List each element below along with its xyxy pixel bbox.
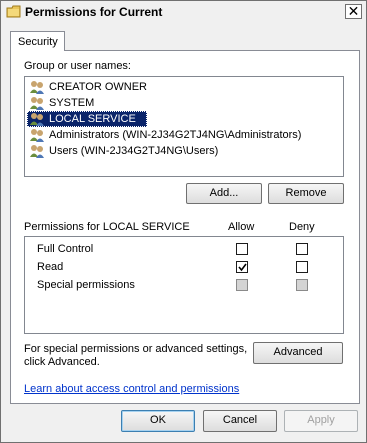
advanced-hint-line1: For special permissions or advanced sett… xyxy=(24,343,248,355)
list-item-label: CREATOR OWNER xyxy=(49,81,147,93)
full-control-allow-checkbox[interactable] xyxy=(236,243,248,255)
user-group-icon xyxy=(29,95,45,111)
read-deny-checkbox[interactable] xyxy=(296,261,308,273)
list-item-selected[interactable]: LOCAL SERVICE xyxy=(27,111,147,127)
user-group-icon xyxy=(29,79,45,95)
list-item-label: Administrators (WIN-2J34G2TJ4NG\Administ… xyxy=(49,129,302,141)
window-title: Permissions for Current xyxy=(25,5,163,19)
checkmark-icon xyxy=(238,263,247,272)
add-button[interactable]: Add... xyxy=(186,183,262,204)
user-group-icon xyxy=(29,111,45,127)
permission-label: Read xyxy=(37,261,64,273)
help-link[interactable]: Learn about access control and permissio… xyxy=(24,383,239,395)
title-bar: Permissions for Current ✕ xyxy=(1,1,366,23)
user-group-icon xyxy=(29,127,45,143)
special-deny-checkbox xyxy=(296,279,308,291)
allow-header: Allow xyxy=(228,221,255,233)
list-item-label: LOCAL SERVICE xyxy=(49,113,136,125)
apply-button[interactable]: Apply xyxy=(284,410,358,432)
permissions-label: Permissions for LOCAL SERVICE xyxy=(24,221,190,233)
close-button[interactable]: ✕ xyxy=(345,3,362,19)
group-names-label: Group or user names: xyxy=(24,60,131,72)
deny-header: Deny xyxy=(289,221,315,233)
cancel-button[interactable]: Cancel xyxy=(203,410,277,432)
special-allow-checkbox xyxy=(236,279,248,291)
permission-label: Special permissions xyxy=(37,279,135,291)
folder-icon xyxy=(6,5,22,19)
close-icon: ✕ xyxy=(347,3,360,19)
list-item-label: SYSTEM xyxy=(49,97,95,109)
read-allow-checkbox[interactable] xyxy=(236,261,248,273)
permissions-list: Full Control Read Special permissions xyxy=(24,236,344,334)
tab-security[interactable]: Security xyxy=(10,31,65,51)
list-item-label: Users (WIN-2J34G2TJ4NG\Users) xyxy=(49,145,219,157)
group-user-list[interactable]: CREATOR OWNER SYSTEM LOCAL SERVICE Admin… xyxy=(24,76,344,177)
advanced-button[interactable]: Advanced xyxy=(253,342,343,364)
full-control-deny-checkbox[interactable] xyxy=(296,243,308,255)
tab-label: Security xyxy=(18,36,58,48)
user-group-icon xyxy=(29,143,45,159)
advanced-hint-line2: click Advanced. xyxy=(24,356,100,368)
permission-label: Full Control xyxy=(37,243,94,255)
ok-button[interactable]: OK xyxy=(121,410,195,432)
remove-button[interactable]: Remove xyxy=(268,183,344,204)
